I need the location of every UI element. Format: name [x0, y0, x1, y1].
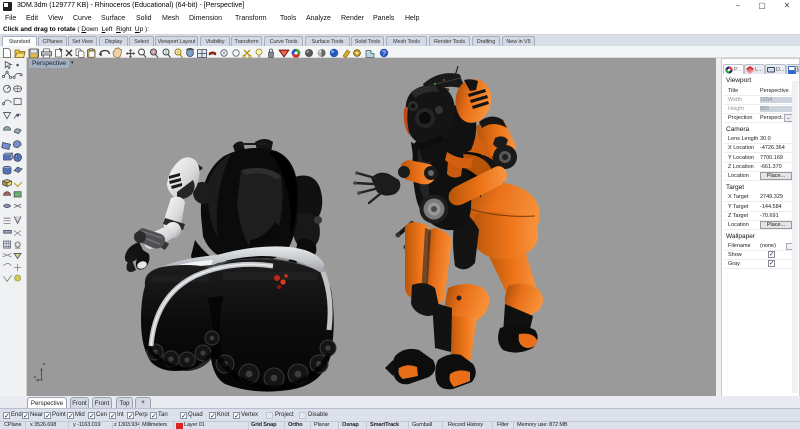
svg-text:?: ? — [382, 51, 386, 58]
